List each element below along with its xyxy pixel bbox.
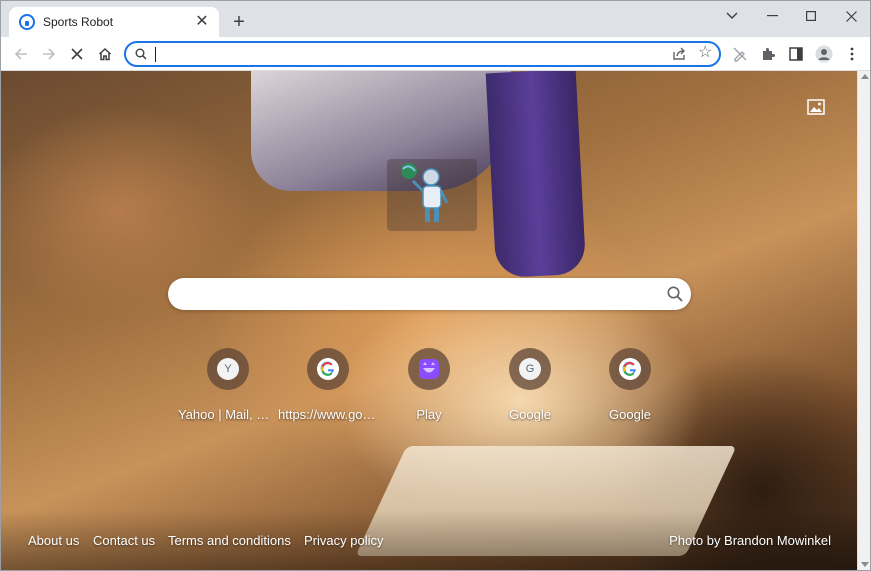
minimize-button[interactable] [752,1,792,31]
scroll-up-arrow-icon[interactable] [861,74,869,79]
search-box[interactable] [168,278,691,310]
robot-logo-icon [401,163,449,222]
address-bar[interactable]: ☆ [124,41,721,67]
toolbar: ☆ [1,37,870,71]
new-tab-button[interactable]: + [227,11,251,35]
change-background-icon[interactable] [807,99,825,115]
shortcut-label: Yahoo | Mail, Weather, Search, Politics,… [178,407,278,422]
shortcut-icon-bg [609,348,651,390]
share-icon[interactable] [671,46,687,62]
arrow-left-icon [14,48,27,60]
tab-title: Sports Robot [43,15,114,29]
browser-window: Sports Robot ✕ + ☆ Y Yahoo | Mail, We ht… [0,0,871,571]
side-panel-button[interactable] [784,42,808,66]
play-app-icon [419,359,439,379]
text-caret [155,47,156,62]
shortcut-icon-bg: G [509,348,551,390]
shortcut-tile-google-2[interactable]: Google [580,348,680,428]
address-input[interactable] [154,45,654,63]
home-button[interactable] [93,42,117,66]
y-letter-icon: Y [217,358,239,380]
contact-us-link[interactable]: Contact us [93,533,155,548]
page-scrollbar[interactable] [857,71,870,570]
shortcut-icon-bg [307,348,349,390]
about-us-link[interactable]: About us [28,533,79,548]
more-vert-icon [850,47,854,61]
maximize-icon [806,11,816,21]
tab-strip: Sports Robot ✕ + [1,1,870,37]
maximize-button[interactable] [791,1,831,31]
chevron-down-icon [726,12,738,19]
scroll-down-arrow-icon[interactable] [861,562,869,567]
side-panel-icon [789,47,803,61]
tab-close-icon[interactable]: ✕ [193,13,211,31]
google-icon [619,358,641,380]
profile-button[interactable] [812,42,836,66]
minimize-icon [766,15,778,17]
back-button[interactable] [9,42,33,66]
avatar-icon [815,45,833,63]
home-icon [98,47,112,61]
photo-credit[interactable]: Photo by Brandon Mowinkel [669,533,831,548]
extension-disabled-button[interactable] [728,42,752,66]
new-tab-page: Y Yahoo | Mail, Weather, Search, Politic… [1,71,857,570]
shortcut-icon-bg: Y [207,348,249,390]
search-icon [135,48,147,60]
shortcut-icon-bg [408,348,450,390]
background-photo [485,71,587,279]
search-input[interactable] [184,284,654,304]
search-icon[interactable] [666,285,684,303]
stop-loading-button[interactable] [65,42,89,66]
shortcut-label: Google [509,407,551,422]
shortcut-label: Google [609,407,651,422]
tab-search-button[interactable] [712,1,752,31]
shortcut-tile-google[interactable]: G Google [480,348,580,428]
close-icon [845,10,857,22]
google-icon [317,358,339,380]
shortcut-tile-yahoo[interactable]: Y Yahoo | Mail, Weather, Search, Politic… [178,348,278,428]
forward-button[interactable] [37,42,61,66]
edit-off-icon [733,47,747,62]
shortcut-tile-play[interactable]: Play [379,348,479,428]
arrow-right-icon [43,48,56,60]
extensions-button[interactable] [756,42,780,66]
privacy-policy-link[interactable]: Privacy policy [304,533,383,548]
menu-button[interactable] [840,42,864,66]
shortcut-tile-google-url[interactable]: https://www.google.com/ [278,348,378,428]
terms-link[interactable]: Terms and conditions [168,533,291,548]
sports-robot-logo [387,159,477,231]
g-letter-icon: G [519,358,541,380]
bookmark-star-icon[interactable]: ☆ [698,44,712,62]
close-window-button[interactable] [831,1,871,31]
puzzle-icon [763,48,775,60]
favicon-icon [19,14,35,30]
shortcut-label: Play [416,407,442,422]
tab-sports-robot[interactable]: Sports Robot ✕ [9,7,219,37]
shortcut-label: https://www.google.com/ [278,407,378,422]
stop-icon [71,48,83,60]
